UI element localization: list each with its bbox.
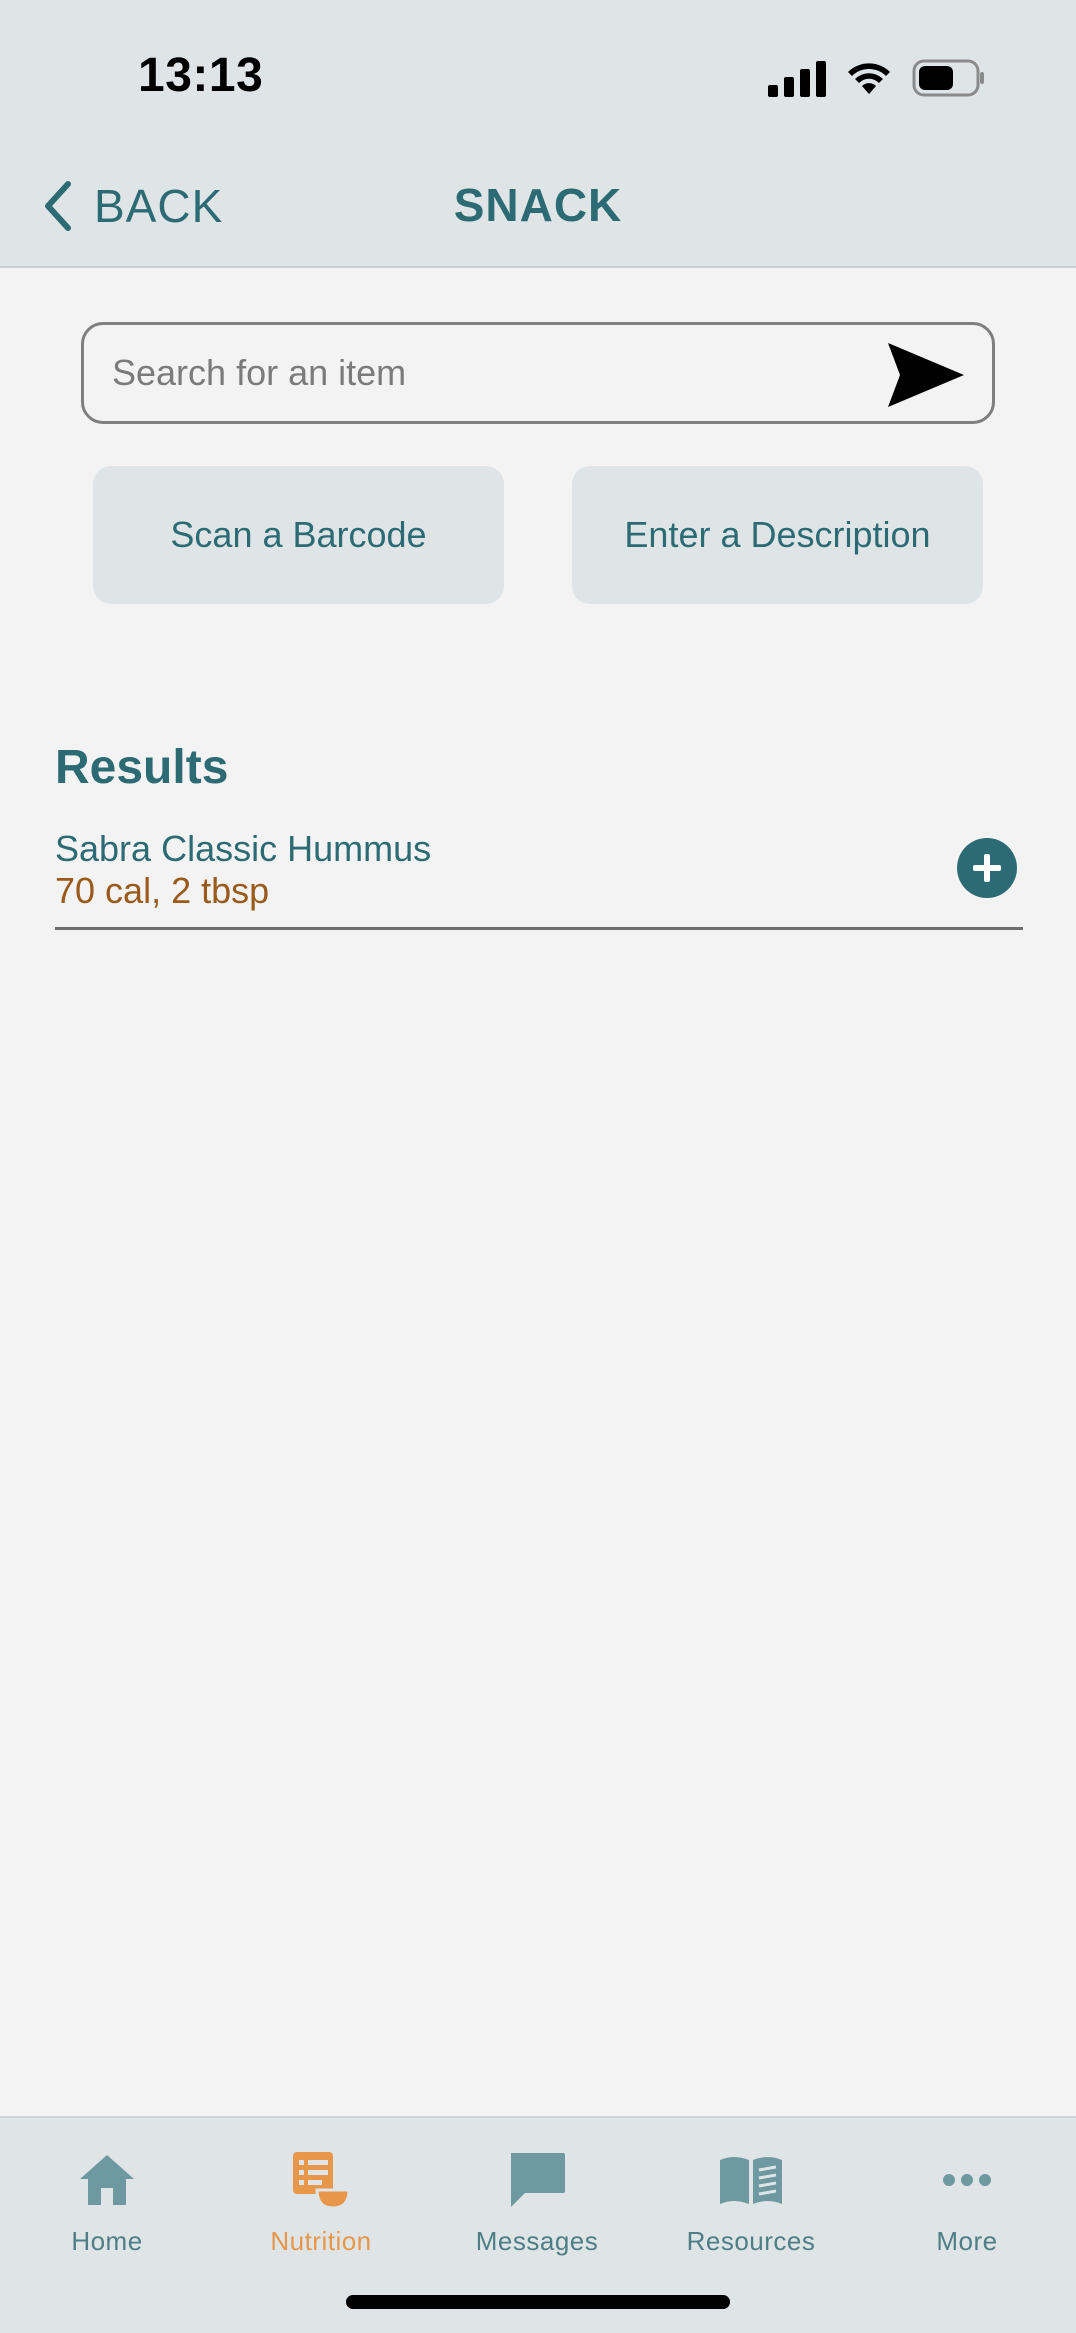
add-item-button[interactable] xyxy=(957,838,1017,898)
tab-more[interactable]: More xyxy=(867,2140,1067,2270)
result-item[interactable]: Sabra Classic Hummus 70 cal, 2 tbsp xyxy=(55,820,1023,930)
tab-nutrition-label: Nutrition xyxy=(270,2226,372,2256)
tab-resources-label: Resources xyxy=(686,2226,816,2256)
home-icon xyxy=(80,2155,134,2205)
tab-home-label: Home xyxy=(71,2226,143,2256)
scan-barcode-button[interactable]: Scan a Barcode xyxy=(93,466,504,604)
home-indicator xyxy=(346,2295,730,2309)
enter-description-button[interactable]: Enter a Description xyxy=(572,466,983,604)
nutrition-icon xyxy=(293,2152,351,2210)
top-bar: 13:13 BACK SNACK xyxy=(0,0,1076,268)
snack-search-screen: 13:13 BACK SNACK Search for an item Scan… xyxy=(0,0,1076,2333)
status-time: 13:13 xyxy=(138,49,264,102)
tab-messages-label: Messages xyxy=(475,2226,599,2256)
status-icons xyxy=(768,56,986,100)
tab-home[interactable]: Home xyxy=(7,2140,207,2270)
results-heading: Results xyxy=(55,741,229,794)
tab-more-label: More xyxy=(936,2226,998,2256)
search-bar xyxy=(81,322,995,424)
resources-icon xyxy=(720,2157,782,2204)
more-icon xyxy=(943,2174,991,2186)
search-input[interactable] xyxy=(84,328,884,418)
tab-messages[interactable]: Messages xyxy=(437,2140,637,2270)
battery-icon xyxy=(912,59,986,97)
page-title: SNACK xyxy=(453,179,623,231)
messages-icon xyxy=(511,2153,565,2207)
signal-icon xyxy=(768,59,826,97)
result-detail: 70 cal, 2 tbsp xyxy=(55,870,270,911)
search-submit-button[interactable] xyxy=(886,341,966,414)
send-icon xyxy=(888,343,964,407)
wifi-icon xyxy=(846,60,892,96)
tab-nutrition[interactable]: Nutrition xyxy=(221,2140,421,2270)
result-name: Sabra Classic Hummus xyxy=(55,828,432,869)
tab-resources[interactable]: Resources xyxy=(651,2140,851,2270)
